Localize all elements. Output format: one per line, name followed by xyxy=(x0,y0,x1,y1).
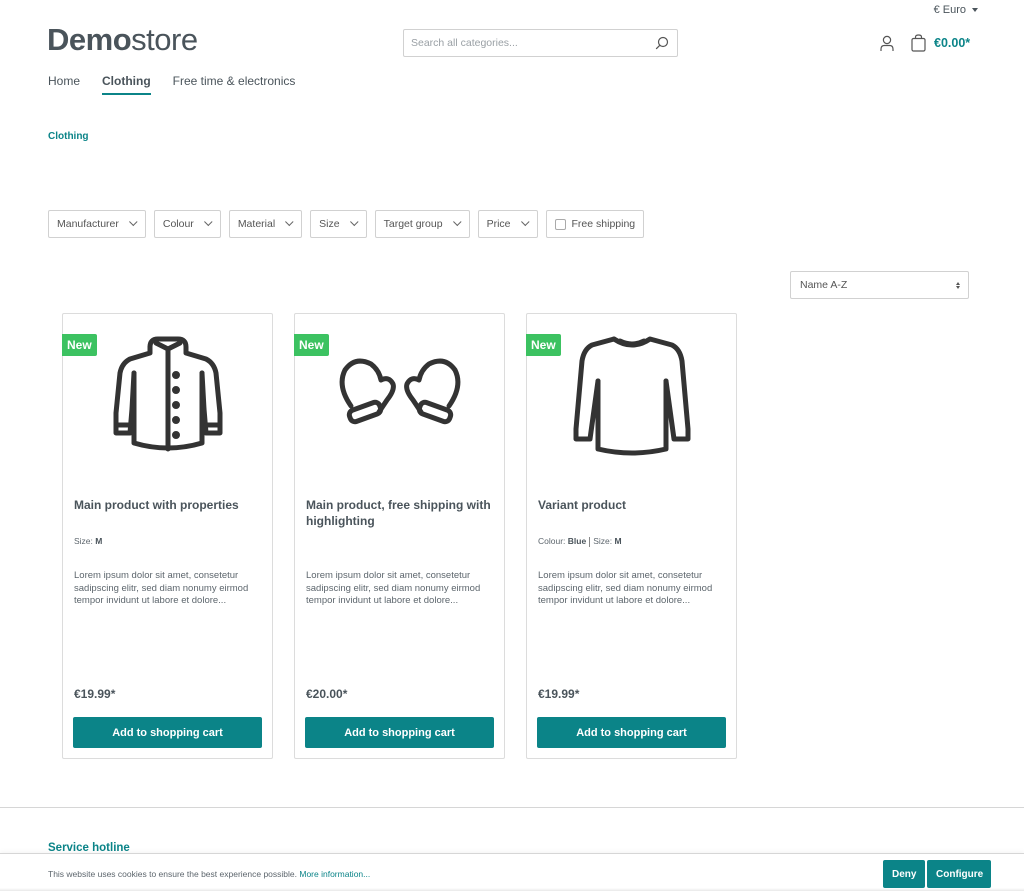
add-to-cart-button[interactable]: Add to shopping cart xyxy=(305,717,494,748)
breadcrumb-clothing[interactable]: Clothing xyxy=(48,131,89,142)
search-bar xyxy=(403,29,678,57)
product-price: €19.99* xyxy=(74,687,116,701)
product-card: New Variant product Colour: Blue Size: M … xyxy=(526,313,737,759)
cookie-deny-button[interactable]: Deny xyxy=(883,860,925,888)
free-shipping-checkbox[interactable] xyxy=(554,218,566,230)
prop-separator xyxy=(589,536,591,547)
header-actions: €0.00* xyxy=(878,33,970,53)
product-description: Lorem ipsum dolor sit amet, consetetur s… xyxy=(306,570,481,606)
chevron-down-icon xyxy=(452,217,462,227)
jacket-icon xyxy=(113,336,222,452)
badge-new: New xyxy=(294,334,329,356)
user-icon xyxy=(880,35,894,51)
add-to-cart-button[interactable]: Add to shopping cart xyxy=(73,717,262,748)
filter-free-shipping[interactable]: Free shipping xyxy=(545,210,645,238)
product-properties: Colour: Blue Size: M xyxy=(538,536,622,547)
product-name[interactable]: Main product with properties xyxy=(74,497,264,513)
filter-colour[interactable]: Colour xyxy=(153,210,221,238)
filter-label: Material xyxy=(237,218,276,230)
sweater-icon xyxy=(573,336,690,456)
cookie-configure-button[interactable]: Configure xyxy=(927,860,991,888)
filter-size[interactable]: Size xyxy=(310,210,367,238)
footer-divider xyxy=(0,807,1024,808)
filter-label: Free shipping xyxy=(571,218,636,230)
chevron-down-icon xyxy=(203,217,213,227)
caret-down-icon xyxy=(972,8,978,12)
cookie-text: This website uses cookies to ensure the … xyxy=(48,869,370,879)
nav-home[interactable]: Home xyxy=(48,74,80,95)
currency-label: € Euro xyxy=(933,4,966,16)
search-button[interactable] xyxy=(647,30,677,56)
logo-light: store xyxy=(131,22,198,57)
main-navigation: Home Clothing Free time & electronics xyxy=(48,74,317,95)
filter-price[interactable]: Price xyxy=(477,210,538,238)
filter-label: Price xyxy=(486,218,511,230)
prop-value: M xyxy=(95,536,103,546)
product-name[interactable]: Variant product xyxy=(538,497,728,513)
cart-button[interactable]: €0.00* xyxy=(911,34,970,52)
cookie-banner: This website uses cookies to ensure the … xyxy=(0,853,1024,891)
product-card: New Main product with properties Size: M… xyxy=(62,313,273,759)
prop-value: Blue xyxy=(567,536,587,546)
filter-label: Manufacturer xyxy=(57,218,119,230)
filter-label: Size xyxy=(319,218,340,230)
filter-target-group[interactable]: Target group xyxy=(374,210,470,238)
cart-total: €0.00* xyxy=(934,36,971,50)
badge-new: New xyxy=(526,334,561,356)
currency-switcher[interactable]: € Euro xyxy=(934,4,978,16)
filter-material[interactable]: Material xyxy=(228,210,303,238)
sort-selected: Name A-Z xyxy=(800,279,848,291)
store-logo[interactable]: Demostore xyxy=(47,22,198,58)
nav-free-time-electronics[interactable]: Free time & electronics xyxy=(173,74,296,95)
badge-new: New xyxy=(62,334,97,356)
sort-select[interactable]: Name A-Z xyxy=(790,271,969,299)
chevron-down-icon xyxy=(128,217,138,227)
prop-value: M xyxy=(614,536,622,546)
product-listing: New Main product with properties Size: M… xyxy=(62,313,737,759)
add-to-cart-button[interactable]: Add to shopping cart xyxy=(537,717,726,748)
mittens-icon xyxy=(339,358,460,425)
product-price: €19.99* xyxy=(538,687,580,701)
cookie-message: This website uses cookies to ensure the … xyxy=(48,869,297,879)
prop-label: Colour: xyxy=(538,536,566,546)
chevron-down-icon xyxy=(349,217,359,227)
search-icon xyxy=(655,36,669,50)
sort-arrows-icon xyxy=(956,281,960,289)
breadcrumb: Clothing xyxy=(48,131,89,142)
product-description: Lorem ipsum dolor sit amet, consetetur s… xyxy=(538,570,713,606)
chevron-down-icon xyxy=(285,217,294,227)
filter-label: Colour xyxy=(162,218,194,230)
nav-clothing[interactable]: Clothing xyxy=(102,74,151,95)
shopping-bag-icon xyxy=(911,34,926,52)
product-card: New Main product, free shipping with hig… xyxy=(294,313,505,759)
product-price: €20.00* xyxy=(306,687,348,701)
filter-panel: Manufacturer Colour Material Size Target… xyxy=(48,210,645,238)
filter-manufacturer[interactable]: Manufacturer xyxy=(48,210,146,238)
account-button[interactable] xyxy=(878,33,896,53)
prop-label: Size: xyxy=(74,536,93,546)
logo-bold: Demo xyxy=(47,22,132,57)
search-input[interactable] xyxy=(404,30,647,56)
product-description: Lorem ipsum dolor sit amet, consetetur s… xyxy=(74,570,249,606)
prop-label: Size: xyxy=(593,536,613,546)
cookie-more-info-link[interactable]: More information... xyxy=(299,869,370,879)
filter-label: Target group xyxy=(383,218,443,230)
product-properties: Size: M xyxy=(74,536,102,546)
product-name[interactable]: Main product, free shipping with highlig… xyxy=(306,497,496,529)
chevron-down-icon xyxy=(520,217,530,227)
